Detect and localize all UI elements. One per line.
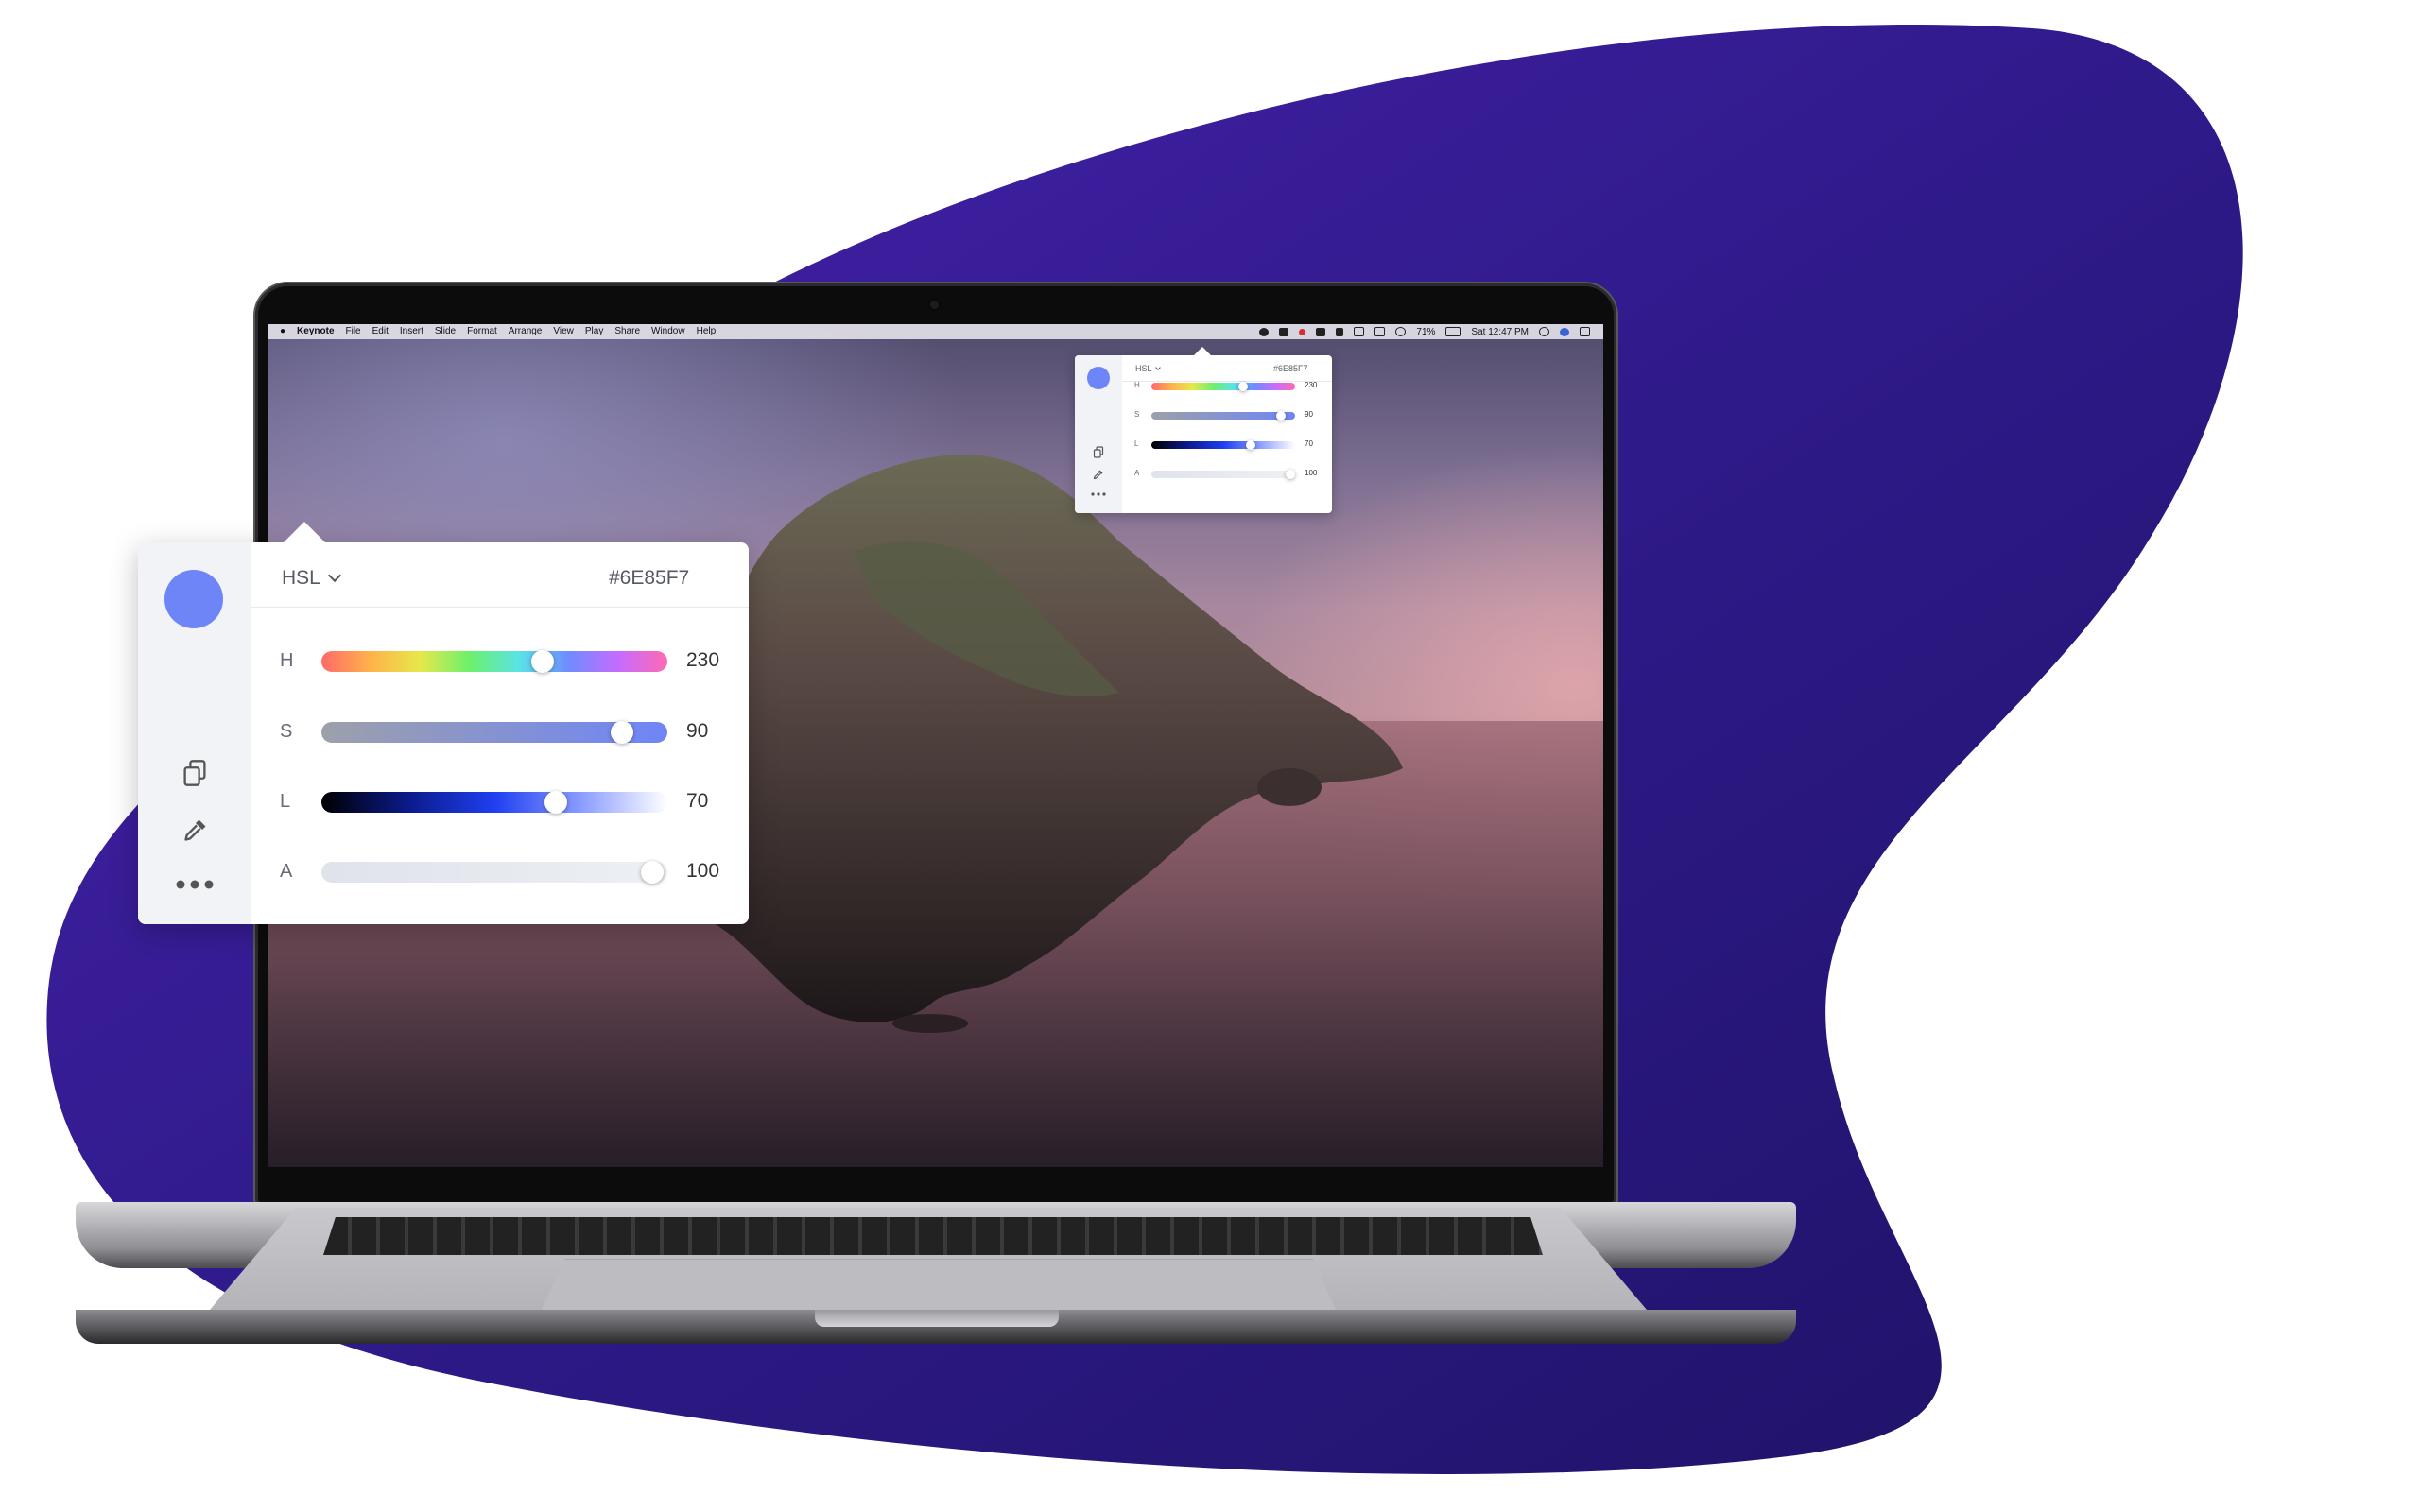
mode-label: HSL	[1135, 364, 1152, 373]
hex-value[interactable]: #6E85F7	[1273, 364, 1308, 373]
mode-select[interactable]: HSL	[282, 567, 341, 590]
apple-icon[interactable]: ●	[280, 324, 285, 339]
menu-slide[interactable]: Slide	[435, 324, 456, 339]
siri-icon[interactable]	[1560, 327, 1569, 336]
hue-slider-thumb[interactable]	[1238, 382, 1248, 391]
menu-format[interactable]: Format	[467, 324, 497, 339]
channel-value-l[interactable]: 70	[686, 790, 708, 813]
saturation-slider[interactable]	[1151, 411, 1295, 421]
channel-value-l[interactable]: 70	[1305, 439, 1313, 448]
channel-value-a[interactable]: 100	[1305, 469, 1317, 477]
lightness-slider-thumb[interactable]	[544, 791, 567, 814]
mode-select[interactable]: HSL	[1135, 364, 1161, 373]
channel-label-s: S	[1134, 410, 1140, 419]
dropbox-menu-icon[interactable]	[1316, 327, 1326, 336]
channel-value-h[interactable]: 230	[1305, 381, 1317, 389]
channel-label-h: H	[280, 650, 294, 671]
location-menu-icon[interactable]	[1336, 327, 1344, 336]
menu-play[interactable]: Play	[585, 324, 603, 339]
airplay-menu-icon[interactable]	[1354, 327, 1365, 336]
alpha-slider-thumb[interactable]	[641, 861, 664, 884]
channel-label-a: A	[1134, 469, 1140, 477]
lid-notch	[815, 1310, 1059, 1327]
color-picker-popover-small: HSL #6E85F7 H 230 S 90 L 70 A 100	[1075, 347, 1332, 513]
channel-value-h[interactable]: 230	[686, 649, 719, 672]
popover-caret	[282, 522, 327, 544]
channel-label-l: L	[280, 791, 291, 812]
hue-slider[interactable]	[321, 650, 667, 673]
copy-icon[interactable]	[182, 759, 208, 787]
battery-percent[interactable]: 71%	[1416, 327, 1435, 337]
menu-file[interactable]: File	[346, 324, 361, 339]
grid-menu-icon[interactable]	[1279, 327, 1289, 336]
more-icon[interactable]	[1091, 491, 1106, 497]
menu-bar: ● Keynote File Edit Insert Slide Format …	[268, 324, 1603, 339]
eyedropper-icon[interactable]	[1093, 469, 1104, 480]
menu-edit[interactable]: Edit	[372, 324, 389, 339]
keyboard	[323, 1217, 1543, 1255]
lightness-slider-thumb[interactable]	[1246, 440, 1255, 450]
hex-value[interactable]: #6E85F7	[609, 567, 689, 590]
menu-share[interactable]: Share	[614, 324, 640, 339]
saturation-slider-thumb[interactable]	[1276, 411, 1286, 421]
menu-app-name[interactable]: Keynote	[297, 324, 334, 339]
alpha-slider[interactable]	[1151, 470, 1295, 479]
menu-help[interactable]: Help	[697, 324, 717, 339]
hue-slider-thumb[interactable]	[531, 650, 554, 673]
color-swatch[interactable]	[164, 570, 223, 628]
mode-label: HSL	[282, 567, 320, 589]
more-icon[interactable]	[176, 880, 214, 889]
copy-icon[interactable]	[1093, 446, 1104, 458]
lightness-slider[interactable]	[321, 791, 667, 814]
wifi-menu-icon[interactable]	[1395, 327, 1407, 336]
alpha-slider-thumb[interactable]	[1286, 470, 1295, 479]
color-picker-popover-large: HSL #6E85F7 H 230 S 90 L 70 A 100	[138, 522, 749, 924]
channel-value-a[interactable]: 100	[686, 860, 719, 883]
menu-insert[interactable]: Insert	[400, 324, 424, 339]
record-menu-icon[interactable]	[1299, 328, 1306, 335]
alpha-slider[interactable]	[321, 861, 667, 884]
trackpad	[541, 1259, 1337, 1312]
popover-caret	[1194, 347, 1211, 355]
channel-label-s: S	[280, 721, 293, 742]
lightness-slider[interactable]	[1151, 440, 1295, 450]
menu-clock[interactable]: Sat 12:47 PM	[1471, 327, 1529, 337]
chevron-down-icon	[1154, 365, 1161, 370]
display-menu-icon[interactable]	[1374, 327, 1386, 336]
channel-label-l: L	[1134, 439, 1139, 448]
channel-label-a: A	[280, 861, 293, 882]
eyedropper-icon[interactable]	[182, 816, 209, 843]
color-picker-menu-icon[interactable]	[1259, 327, 1270, 336]
hue-slider[interactable]	[1151, 382, 1295, 391]
notification-center-icon[interactable]	[1580, 327, 1590, 336]
color-swatch[interactable]	[1087, 367, 1110, 389]
spotlight-icon[interactable]	[1539, 327, 1549, 336]
channel-label-h: H	[1134, 381, 1140, 389]
menu-arrange[interactable]: Arrange	[509, 324, 543, 339]
saturation-slider-thumb[interactable]	[611, 721, 633, 744]
saturation-slider[interactable]	[321, 721, 667, 744]
menu-window[interactable]: Window	[651, 324, 685, 339]
menu-view[interactable]: View	[553, 324, 574, 339]
camera	[930, 301, 939, 309]
channel-value-s[interactable]: 90	[686, 720, 708, 743]
battery-icon[interactable]	[1445, 327, 1461, 336]
chevron-down-icon	[327, 568, 341, 583]
channel-value-s[interactable]: 90	[1305, 410, 1313, 419]
